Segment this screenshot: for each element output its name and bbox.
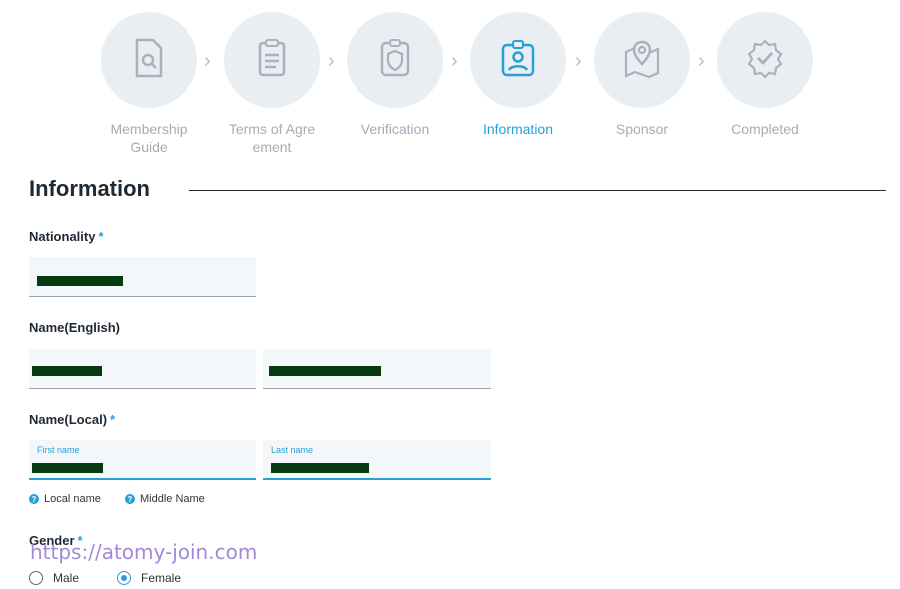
- last-name-floating-label: Last name: [271, 445, 314, 455]
- chevron-right-icon: ›: [328, 50, 335, 72]
- step-terms: Terms of Agre ement: [212, 12, 332, 156]
- name-local-label-text: Name(Local): [29, 412, 108, 427]
- radio-label: Female: [141, 571, 182, 585]
- gender-female-radio[interactable]: Female: [117, 571, 181, 585]
- step-label: Completed: [731, 121, 799, 137]
- radio-circle[interactable]: [117, 571, 131, 585]
- radio-label: Male: [53, 571, 80, 585]
- step-label: Sponsor: [615, 121, 669, 137]
- nationality-label-text: Nationality: [29, 229, 96, 244]
- name-english-label: Name(English): [29, 320, 121, 335]
- name-local-label: Name(Local) *: [29, 412, 115, 427]
- first-name-floating-label: First name: [37, 445, 80, 455]
- step-completed: Completed: [705, 12, 825, 138]
- local-last-name-field[interactable]: Last name: [263, 440, 491, 480]
- step-label: Terms of Agre ement: [228, 121, 316, 155]
- step-circle: [101, 12, 197, 108]
- title-divider: [189, 190, 886, 191]
- help-icon: ?: [29, 494, 39, 504]
- chevron-right-icon: ›: [575, 50, 582, 72]
- required-asterisk: *: [98, 229, 104, 244]
- clipboard-icon: [254, 38, 290, 83]
- redacted-value: [32, 463, 103, 473]
- step-circle: [470, 12, 566, 108]
- watermark-text: https://atomy-join.com: [30, 540, 258, 564]
- name-english-first-field[interactable]: [29, 349, 256, 389]
- gender-male-radio[interactable]: Male: [29, 571, 79, 585]
- name-english-last-field[interactable]: [263, 349, 491, 389]
- nationality-field[interactable]: [29, 257, 256, 297]
- step-label: Verification: [360, 121, 430, 137]
- step-verification: Verification: [335, 12, 455, 138]
- step-label: Membership Guide: [110, 121, 188, 155]
- step-circle: [594, 12, 690, 108]
- step-circle: [347, 12, 443, 108]
- step-label: Information: [482, 121, 554, 137]
- nationality-label: Nationality *: [29, 229, 104, 244]
- hint-text: Local name: [44, 493, 101, 505]
- chevron-right-icon: ›: [204, 50, 211, 72]
- local-first-name-field[interactable]: First name: [29, 440, 256, 480]
- radio-circle[interactable]: [29, 571, 43, 585]
- redacted-value: [32, 366, 102, 376]
- hint-text: Middle Name: [140, 493, 205, 505]
- step-sponsor: Sponsor: [582, 12, 702, 138]
- step-information: Information: [458, 12, 578, 138]
- step-circle: [717, 12, 813, 108]
- redacted-value: [269, 366, 381, 376]
- redacted-value: [271, 463, 369, 473]
- redacted-value: [37, 276, 123, 286]
- required-asterisk: *: [110, 412, 116, 427]
- chevron-right-icon: ›: [698, 50, 705, 72]
- step-membership-guide: Membership Guide: [89, 12, 209, 156]
- middle-name-hint[interactable]: ? Middle Name: [125, 493, 205, 505]
- local-name-hint[interactable]: ? Local name: [29, 493, 101, 505]
- document-search-icon: [131, 38, 167, 83]
- page-title: Information: [29, 176, 150, 201]
- step-progress: Membership Guide › Terms of Agre ement ›…: [0, 0, 900, 160]
- help-icon: ?: [125, 494, 135, 504]
- map-pin-icon: [622, 38, 662, 83]
- step-circle: [224, 12, 320, 108]
- shield-clipboard-icon: [377, 38, 413, 83]
- chevron-right-icon: ›: [451, 50, 458, 72]
- id-badge-icon: [500, 38, 536, 83]
- verified-badge-icon: [745, 38, 785, 83]
